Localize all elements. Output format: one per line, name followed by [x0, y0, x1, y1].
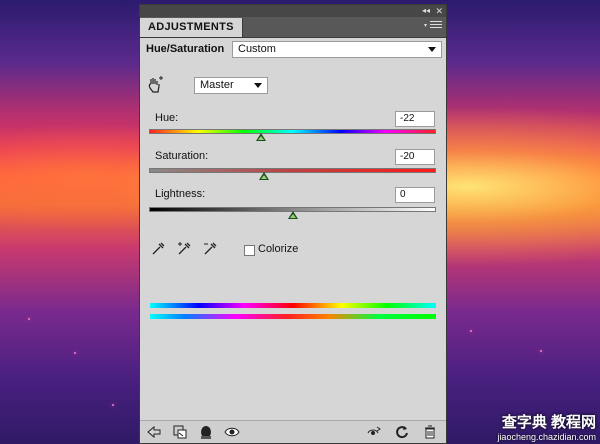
background-sparkle — [74, 352, 76, 354]
adjustments-panel: ◂◂ ✕ ADJUSTMENTS ▾ Hue/Saturation Custom… — [139, 4, 447, 444]
adjustment-title: Hue/Saturation — [146, 43, 225, 55]
site-watermark: 查字典 教程网 jiaocheng.chazidian.com — [497, 411, 596, 442]
eyedropper-icon[interactable] — [150, 241, 166, 257]
colorize-label: Colorize — [258, 243, 299, 255]
background-sparkle — [112, 404, 114, 406]
close-icon[interactable]: ✕ — [435, 5, 443, 17]
channel-value: Master — [200, 79, 234, 91]
hue-label: Hue: — [155, 112, 179, 124]
background-sparkle — [540, 350, 542, 352]
background-sparkle — [28, 318, 30, 320]
trash-icon[interactable] — [422, 424, 438, 440]
saturation-slider-track[interactable] — [149, 168, 436, 173]
panel-bottom-toolbar — [140, 420, 446, 443]
chevron-down-icon — [254, 83, 262, 88]
hue-slider-track[interactable] — [149, 129, 436, 134]
preset-dropdown[interactable]: Custom — [232, 41, 442, 58]
back-arrow-icon[interactable] — [146, 424, 162, 440]
hand-targeted-adjust-icon[interactable] — [146, 76, 164, 94]
panel-top-strip: ◂◂ ✕ — [140, 5, 446, 17]
saturation-value-field[interactable]: -20 — [395, 149, 435, 165]
colorize-checkbox[interactable] — [244, 245, 255, 256]
hue-value-field[interactable]: -22 — [395, 111, 435, 127]
lightness-label: Lightness: — [155, 188, 206, 200]
collapse-icon[interactable]: ◂◂ — [422, 5, 430, 17]
saturation-label: Saturation: — [155, 150, 209, 162]
eyedropper-subtract-icon[interactable] — [202, 241, 218, 257]
background-sparkle — [470, 330, 472, 332]
reset-icon[interactable] — [394, 424, 410, 440]
watermark-sub-text: jiaocheng.chazidian.com — [497, 432, 596, 442]
lightness-value-field[interactable]: 0 — [395, 187, 435, 203]
clip-to-layer-icon[interactable] — [172, 424, 188, 440]
tab-adjustments[interactable]: ADJUSTMENTS — [140, 18, 243, 37]
layer-mask-icon[interactable] — [198, 424, 214, 440]
channel-dropdown[interactable]: Master — [194, 77, 268, 94]
output-color-bar — [150, 314, 436, 319]
chevron-down-icon — [428, 47, 436, 52]
panel-tab-bar: ADJUSTMENTS ▾ — [140, 17, 446, 38]
watermark-main-text: 查字典 教程网 — [501, 414, 596, 431]
view-previous-icon[interactable] — [366, 424, 382, 440]
input-color-bar — [150, 303, 436, 308]
eyedropper-add-icon[interactable] — [176, 241, 192, 257]
preset-value: Custom — [238, 43, 276, 55]
eye-icon[interactable] — [224, 424, 240, 440]
panel-menu-icon[interactable]: ▾ — [424, 21, 442, 31]
